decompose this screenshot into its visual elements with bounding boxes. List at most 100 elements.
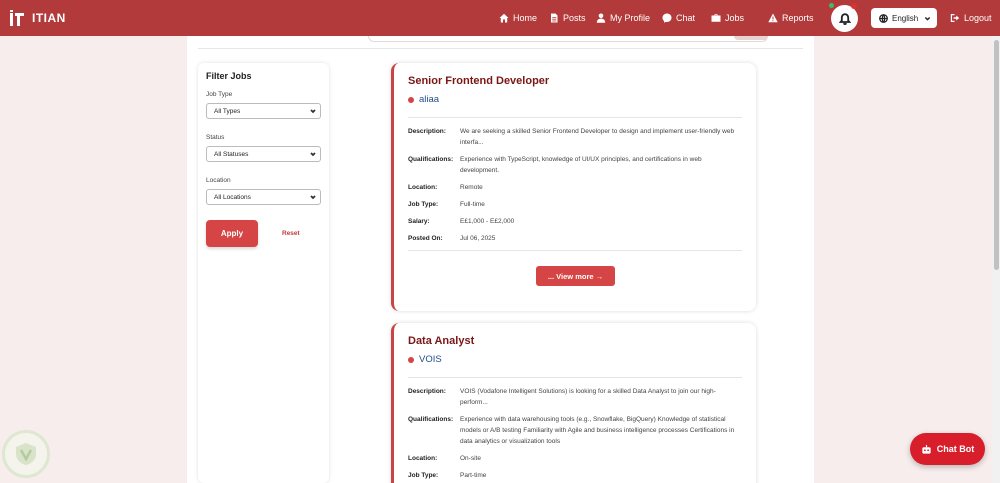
nav-my-profile-label: My Profile xyxy=(610,13,651,23)
job-qualifications: Qualifications: Experience with TypeScri… xyxy=(408,154,742,176)
brand-logo-icon xyxy=(10,10,24,26)
company-dot-icon xyxy=(408,96,414,103)
notification-badge xyxy=(851,3,857,9)
reset-button[interactable]: Reset xyxy=(282,230,300,237)
company-name[interactable]: VOIS xyxy=(419,354,442,365)
description-value: We are seeking a skilled Senior Frontend… xyxy=(460,128,735,146)
chat-bot-label: Chat Bot xyxy=(936,444,975,454)
robot-icon xyxy=(921,444,937,455)
home-icon xyxy=(499,13,509,23)
qualifications-label: Qualifications: xyxy=(408,156,454,163)
logout-icon xyxy=(950,13,960,23)
top-navbar: ITIAN Home Posts My Profile Chat Jobs Re… xyxy=(0,0,1000,36)
salary-label: Salary: xyxy=(408,218,430,225)
filter-actions: Apply Reset xyxy=(206,220,321,247)
divider xyxy=(408,117,742,118)
brand[interactable]: ITIAN xyxy=(10,10,66,26)
messenger-icon xyxy=(662,13,672,23)
nav-jobs[interactable]: Jobs xyxy=(711,0,744,36)
job-type: Job Type: Full-time xyxy=(408,199,742,210)
posted-on-label: Posted On: xyxy=(408,235,443,242)
filter-title: Filter Jobs xyxy=(206,71,252,81)
language-value: English xyxy=(892,13,919,23)
company-dot-icon xyxy=(408,356,414,363)
bell-icon xyxy=(838,12,851,25)
briefcase-icon xyxy=(711,13,721,23)
nav-jobs-label: Jobs xyxy=(725,13,745,23)
scrollbar-thumb[interactable] xyxy=(994,40,999,270)
job-title[interactable]: Data Analyst xyxy=(408,335,742,347)
location-value: Remote xyxy=(460,184,483,191)
user-icon xyxy=(596,13,606,23)
description-label: Description: xyxy=(408,128,446,135)
logout-label: Logout xyxy=(964,13,992,23)
job-location: Location: Remote xyxy=(408,182,742,193)
online-status-dot xyxy=(829,3,834,8)
description-value: VOIS (Vodafone Intelligent Solutions) is… xyxy=(460,388,716,406)
chevron-down-icon xyxy=(310,151,316,157)
divider xyxy=(198,48,803,49)
location-value: All Locations xyxy=(214,193,251,201)
location-select[interactable]: All Locations xyxy=(206,189,321,205)
location-label: Location: xyxy=(408,184,438,191)
filter-panel: Filter Jobs Job Type All Types Status Al… xyxy=(198,63,329,483)
salary-value: E£1,000 - E£2,000 xyxy=(460,218,515,225)
nav-chat-label: Chat xyxy=(676,13,696,23)
shield-icon xyxy=(16,443,36,465)
company-name[interactable]: aliaa xyxy=(419,94,439,105)
chevron-down-icon xyxy=(918,15,935,22)
posted-on-value: Jul 06, 2025 xyxy=(460,235,496,242)
chevron-down-icon xyxy=(310,194,316,200)
nav-home[interactable]: Home xyxy=(499,0,537,36)
job-qualifications: Qualifications: Experience with data war… xyxy=(408,414,742,447)
nav-posts[interactable]: Posts xyxy=(549,0,586,36)
nav-home-label: Home xyxy=(513,13,538,23)
nav-reports-label: Reports xyxy=(782,13,814,23)
company: aliaa xyxy=(408,94,742,105)
search-bar[interactable] xyxy=(368,36,768,42)
document-icon xyxy=(549,13,559,23)
job-description: Description: VOIS (Vodafone Intelligent … xyxy=(408,386,742,408)
job-posted-on: Posted On: Jul 06, 2025 xyxy=(408,233,742,244)
logout-link[interactable]: Logout xyxy=(950,0,992,36)
qualifications-value: Experience with TypeScript, knowledge of… xyxy=(460,156,702,174)
notifications-button[interactable] xyxy=(831,5,858,32)
status-select[interactable]: All Statuses xyxy=(206,146,321,162)
watermark-logo xyxy=(2,430,50,478)
location-label: Location xyxy=(206,177,231,184)
warning-icon xyxy=(768,13,778,23)
job-type-label: Job Type: xyxy=(408,472,439,479)
job-type-value: Part-time xyxy=(460,472,487,479)
chat-bot-button[interactable]: Chat Bot xyxy=(910,433,985,465)
status-label: Status xyxy=(206,134,225,141)
job-type-value: All Types xyxy=(214,107,241,115)
globe-icon xyxy=(879,13,892,23)
view-more-button[interactable]: ... View more → xyxy=(536,266,615,286)
job-type-select[interactable]: All Types xyxy=(206,103,321,119)
job-card: Senior Frontend Developer aliaa Descript… xyxy=(391,63,756,311)
location-label: Location: xyxy=(408,455,438,462)
job-description: Description: We are seeking a skilled Se… xyxy=(408,126,742,148)
job-salary: Salary: E£1,000 - E£2,000 xyxy=(408,216,742,227)
job-type-value: Full-time xyxy=(460,201,485,208)
apply-button[interactable]: Apply xyxy=(206,220,258,247)
chevron-down-icon xyxy=(310,108,316,114)
qualifications-value: Experience with data warehousing tools (… xyxy=(460,416,735,445)
nav-reports[interactable]: Reports xyxy=(768,0,814,36)
nav-chat[interactable]: Chat xyxy=(662,0,695,36)
status-value: All Statuses xyxy=(214,150,249,158)
company: VOIS xyxy=(408,354,742,365)
job-location: Location: On-site xyxy=(408,453,742,464)
job-type-label: Job Type xyxy=(206,91,233,98)
nav-my-profile[interactable]: My Profile xyxy=(596,0,650,36)
nav-posts-label: Posts xyxy=(563,13,586,23)
location-value: On-site xyxy=(460,455,481,462)
brand-name: ITIAN xyxy=(32,11,66,25)
job-title[interactable]: Senior Frontend Developer xyxy=(408,75,742,87)
description-label: Description: xyxy=(408,388,446,395)
divider xyxy=(408,377,742,378)
job-card: Data Analyst VOIS Description: VOIS (Vod… xyxy=(391,323,756,483)
search-button[interactable] xyxy=(734,36,768,40)
language-select[interactable]: English xyxy=(871,8,937,28)
job-type-label: Job Type: xyxy=(408,201,439,208)
